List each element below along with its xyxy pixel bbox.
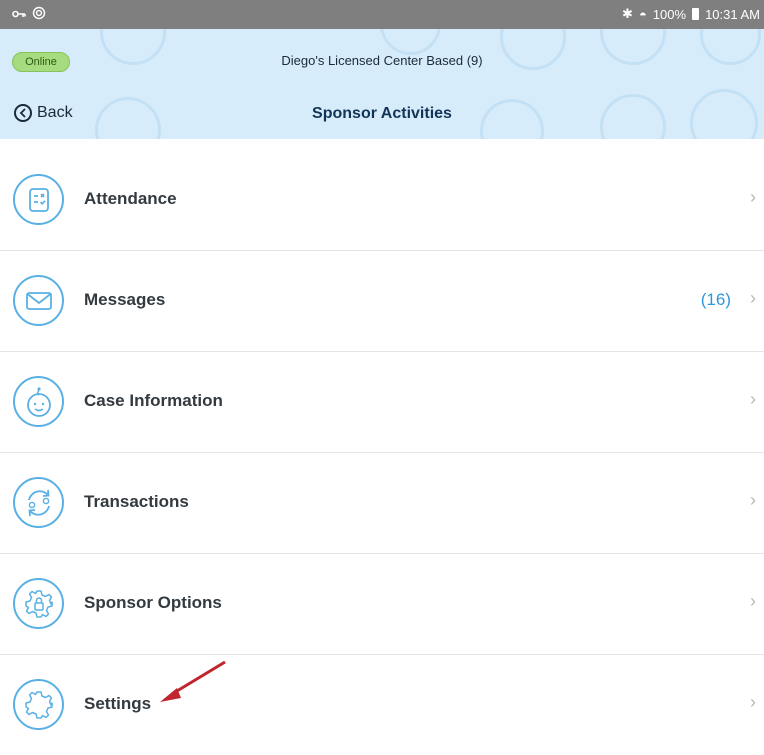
status-bar-right: ✱ ◓ 100% 10:31 AM <box>622 6 760 22</box>
annotation-arrow <box>160 660 226 702</box>
message-count-badge: (16) <box>700 290 731 309</box>
app-header: Online Diego's Licensed Center Based (9)… <box>0 29 764 139</box>
menu-item-label: Messages <box>84 290 166 309</box>
menu-item-sponsor-options[interactable]: Sponsor Options › <box>0 554 764 655</box>
gear-icon <box>13 679 64 730</box>
attendance-icon <box>13 174 64 225</box>
battery-icon <box>692 8 700 20</box>
chevron-right-icon: › <box>750 591 756 611</box>
bluetooth-icon: ✱ <box>622 6 633 21</box>
chevron-right-icon: › <box>750 288 756 308</box>
chevron-right-icon: › <box>750 692 756 712</box>
menu-item-label: Sponsor Options <box>84 593 222 612</box>
clock: 10:31 AM <box>705 6 760 22</box>
vpn-icon <box>32 6 46 23</box>
center-name: Diego's Licensed Center Based (9) <box>281 53 483 68</box>
status-bar-left <box>12 6 46 23</box>
chevron-right-icon: › <box>750 389 756 409</box>
page-title: Sponsor Activities <box>312 105 452 122</box>
menu-item-settings[interactable]: Settings › <box>0 655 764 755</box>
key-icon <box>12 7 26 22</box>
battery-percent: 100% <box>652 6 687 22</box>
menu-item-label: Settings <box>84 694 152 713</box>
activity-menu: Attendance › Messages (16) › Case Inform… <box>0 150 764 755</box>
status-bar: ✱ ◓ 100% 10:31 AM <box>0 0 764 29</box>
gear-lock-icon <box>13 578 64 629</box>
sync-arrows-icon <box>13 477 64 528</box>
envelope-icon <box>13 275 64 326</box>
menu-item-case-information[interactable]: Case Information › <box>0 352 764 453</box>
menu-item-label: Attendance <box>84 189 177 208</box>
wifi-icon: ◓ <box>638 6 647 22</box>
baby-face-icon <box>13 376 64 427</box>
background-bubble <box>380 29 441 55</box>
menu-item-label: Case Information <box>84 391 223 410</box>
menu-item-transactions[interactable]: Transactions › <box>0 453 764 554</box>
chevron-right-icon: › <box>750 490 756 510</box>
menu-item-messages[interactable]: Messages (16) › <box>0 251 764 352</box>
menu-item-attendance[interactable]: Attendance › <box>0 150 764 251</box>
chevron-right-icon: › <box>750 187 756 207</box>
menu-item-label: Transactions <box>84 492 189 511</box>
